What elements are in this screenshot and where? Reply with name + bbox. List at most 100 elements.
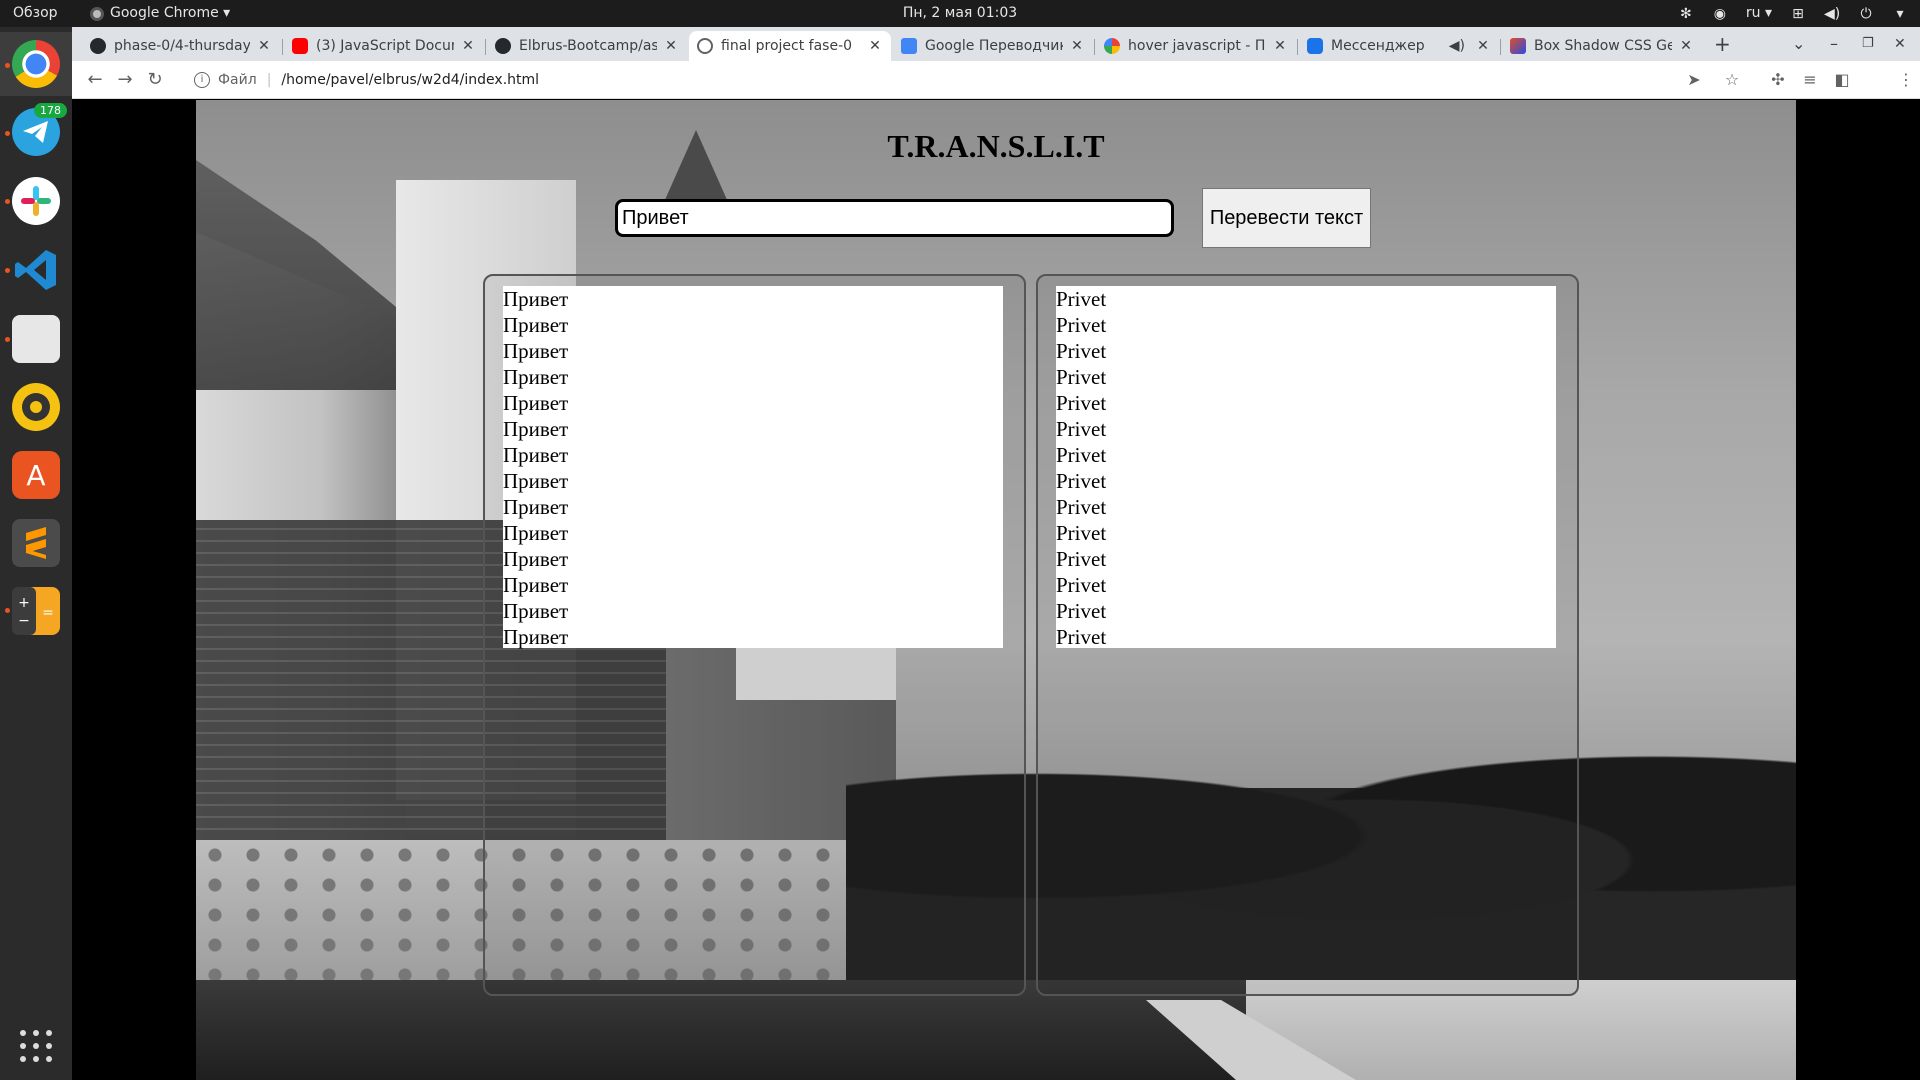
network-icon[interactable]: ⊞ (1790, 6, 1806, 22)
forward-arrow-icon[interactable]: → (114, 69, 136, 91)
tab-final-project[interactable]: final project fase-0 ✕ (689, 31, 891, 61)
list-item: Привет (503, 521, 569, 545)
address-path: /home/pavel/elbrus/w2d4/index.html (281, 72, 540, 88)
new-tab-plus-icon[interactable]: + (1714, 31, 1731, 57)
power-icon[interactable]: ⏻ (1858, 6, 1874, 22)
close-icon[interactable]: ✕ (256, 38, 272, 54)
address-separator: | (266, 72, 272, 88)
reading-list-icon[interactable]: ≡ (1800, 70, 1820, 90)
close-icon[interactable]: ✕ (460, 38, 476, 54)
tab-javascript-docs[interactable]: (3) JavaScript Docum... ✕ (284, 31, 484, 61)
list-item: Privet (1056, 391, 1107, 415)
dock: 178 A + − = (0, 27, 72, 1080)
system-tray: ✻ ◉ ru ▾ ⊞ ◀) ⏻ ▾ (1678, 0, 1908, 27)
list-item: Privet (1056, 417, 1107, 441)
update-icon[interactable]: ◉ (1712, 6, 1728, 22)
restore-icon[interactable]: ❐ (1862, 31, 1874, 57)
system-top-bar: Обзор Google Chrome ▾ Пн, 2 мая 01:03 ✻ … (0, 0, 1920, 27)
tab-label: Google Переводчик (925, 38, 1063, 54)
list-item: Привет (503, 417, 569, 441)
tab-elbrus-bootcamp[interactable]: Elbrus-Bootcamp/as... ✕ (487, 31, 687, 61)
tab-label: Box Shadow CSS Ge... (1534, 38, 1672, 54)
translit-page: T.R.A.N.S.L.I.T Перевести текст ПриветПр… (196, 100, 1796, 1080)
close-icon[interactable]: ✕ (1069, 38, 1085, 54)
clock-area: Пн, 2 мая 01:03 (0, 0, 1920, 27)
page-title: T.R.A.N.S.L.I.T (887, 128, 1105, 164)
calculator-icon[interactable]: + − = (12, 587, 60, 635)
close-icon[interactable]: ✕ (867, 38, 883, 54)
list-item: Привет (503, 365, 569, 389)
software-store-icon[interactable]: A (12, 451, 60, 499)
back-arrow-icon[interactable]: ← (84, 69, 106, 91)
keyboard-layout-button[interactable]: ru ▾ (1746, 0, 1772, 27)
address-bar[interactable]: i Файл | /home/pavel/elbrus/w2d4/index.h… (180, 65, 1780, 95)
chevron-down-icon[interactable]: ▾ (1892, 6, 1908, 22)
close-icon[interactable]: ✕ (1475, 38, 1491, 54)
running-indicator (5, 131, 10, 136)
tab-box-shadow[interactable]: Box Shadow CSS Ge... ✕ (1502, 31, 1702, 61)
result-panel: Privet Privet Privet Privet Privet Privet Priv… (1036, 274, 1579, 996)
vscode-icon[interactable] (12, 246, 60, 294)
list-item: Привет (503, 625, 569, 649)
gear-icon[interactable]: ✻ (1678, 6, 1694, 22)
list-item: Привет (503, 287, 569, 311)
list-item: Privet (1056, 365, 1107, 389)
minimize-icon[interactable]: – (1830, 31, 1838, 57)
list-item: Привет (503, 313, 569, 337)
close-icon[interactable]: ✕ (1678, 38, 1694, 54)
side-panel-icon[interactable]: ◧ (1832, 70, 1852, 90)
clock-button[interactable]: Пн, 2 мая 01:03 (903, 5, 1017, 21)
telegram-unread-badge: 178 (34, 103, 67, 118)
info-icon[interactable]: i (194, 72, 210, 88)
list-item: Privet (1056, 521, 1107, 545)
google-translate-icon (901, 38, 917, 54)
tab-label: Elbrus-Bootcamp/as... (519, 38, 657, 54)
audio-playing-icon[interactable]: ◀) (1449, 38, 1465, 54)
list-item: Привет (503, 469, 569, 493)
browser-tab-strip: phase-0/4-thursday... ✕ (3) JavaScript D… (72, 27, 1920, 61)
activities-overview-button[interactable]: Обзор (13, 0, 58, 27)
list-item: Привет (503, 495, 569, 519)
tab-separator (1094, 39, 1095, 55)
volume-icon[interactable]: ◀) (1824, 6, 1840, 22)
running-indicator (5, 268, 10, 273)
chrome-icon[interactable] (12, 40, 60, 88)
window-close-icon[interactable]: ✕ (1894, 31, 1906, 57)
tab-google-translate[interactable]: Google Переводчик ✕ (893, 31, 1093, 61)
reload-icon[interactable]: ↻ (144, 69, 166, 91)
sublime-text-icon[interactable] (12, 519, 60, 567)
slack-icon[interactable] (12, 177, 60, 225)
kebab-menu-icon[interactable]: ⋮ (1896, 70, 1916, 90)
source-text-list: Привет Привет Привет Привет Привет Привет Прив… (503, 286, 1003, 649)
rhythmbox-icon[interactable] (12, 383, 60, 431)
tab-hover-javascript[interactable]: hover javascript - По... ✕ (1096, 31, 1296, 61)
close-icon[interactable]: ✕ (663, 38, 679, 54)
tab-label: hover javascript - По... (1128, 38, 1266, 54)
address-scheme-label: Файл (218, 72, 257, 88)
extensions-puzzle-icon[interactable]: ✣ (1768, 70, 1788, 90)
running-indicator (5, 337, 10, 342)
send-icon[interactable]: ➤ (1684, 70, 1704, 90)
list-item: Привет (503, 599, 569, 623)
svg-text:−: − (18, 613, 30, 629)
list-item: Привет (503, 573, 569, 597)
close-icon[interactable]: ✕ (1272, 38, 1288, 54)
translit-input[interactable] (615, 199, 1174, 237)
tab-search-chevron-down-icon[interactable]: ⌄ (1792, 31, 1805, 57)
translate-button[interactable]: Перевести текст (1202, 188, 1371, 248)
tab-phase-0[interactable]: phase-0/4-thursday... ✕ (82, 31, 280, 61)
list-item: Privet (1056, 625, 1107, 649)
bookmark-star-icon[interactable]: ☆ (1722, 70, 1742, 90)
source-panel: Привет Привет Привет Привет Привет Привет Прив… (483, 274, 1026, 996)
files-icon[interactable] (12, 315, 60, 363)
tab-label: (3) JavaScript Docum... (316, 38, 454, 54)
box-shadow-icon (1510, 38, 1526, 54)
tab-messenger[interactable]: Мессенджер ◀) ✕ (1299, 31, 1499, 61)
svg-text:+: + (18, 595, 30, 611)
tab-label: Мессенджер (1331, 38, 1425, 54)
list-item: Привет (503, 339, 569, 363)
show-applications-icon[interactable] (20, 1030, 52, 1062)
app-menu-button[interactable]: Google Chrome ▾ (90, 0, 230, 27)
chrome-icon (90, 6, 104, 21)
list-item: Privet (1056, 495, 1107, 519)
